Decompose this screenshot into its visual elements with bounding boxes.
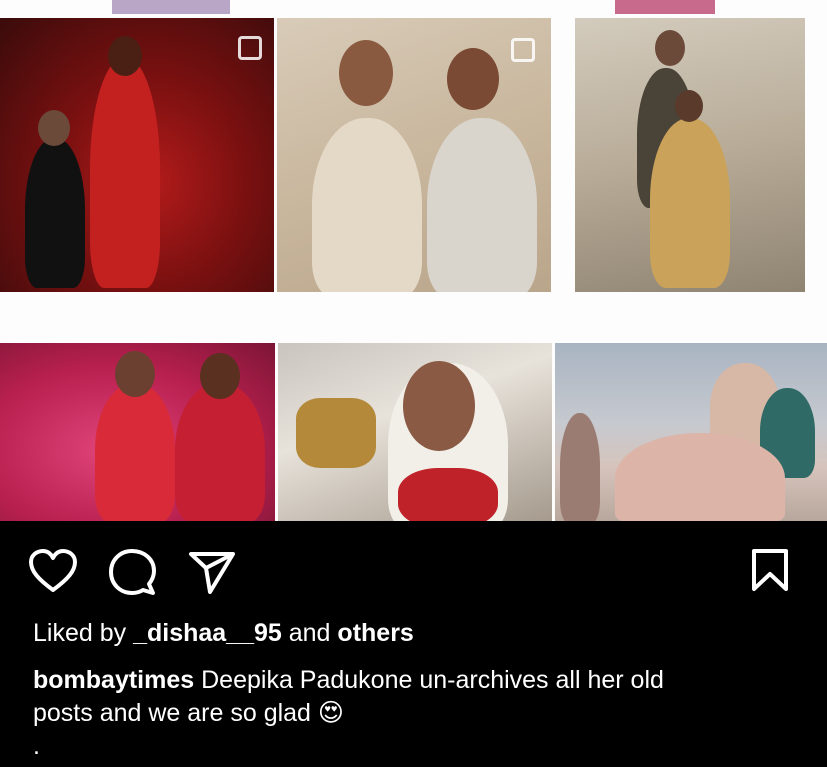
caption: bombaytimes Deepika Padukone un-archives… — [33, 664, 813, 763]
grid-tile-partial — [112, 0, 230, 14]
share-icon[interactable] — [188, 550, 236, 594]
grid-tile-partial — [615, 0, 715, 14]
comment-icon[interactable] — [108, 548, 156, 596]
likes-joiner: and — [288, 619, 331, 647]
likes-prefix: Liked by — [33, 619, 127, 647]
grid-tile — [278, 343, 552, 521]
caption-line-2: posts and we are so glad — [33, 699, 311, 727]
heart-icon[interactable] — [28, 549, 78, 593]
caption-trailing-dot: . — [33, 732, 40, 760]
grid-tile — [0, 18, 274, 292]
caption-username[interactable]: bombaytimes — [33, 666, 194, 694]
post-image[interactable] — [0, 0, 827, 521]
grid-tile — [277, 18, 551, 292]
grid-tile — [0, 343, 275, 521]
caption-line-1: Deepika Padukone un-archives all her old — [201, 666, 664, 694]
grid-tile — [555, 343, 827, 521]
likes-line: Liked by _dishaa__95 and others — [33, 617, 414, 650]
post-actions-bar — [0, 521, 827, 621]
grid-tile — [575, 18, 805, 292]
liked-by-username[interactable]: _dishaa__95 — [133, 619, 282, 647]
bookmark-icon[interactable] — [750, 548, 790, 592]
likes-others-link[interactable]: others — [337, 619, 413, 647]
heart-eyes-emoji: 😍 — [317, 699, 344, 727]
